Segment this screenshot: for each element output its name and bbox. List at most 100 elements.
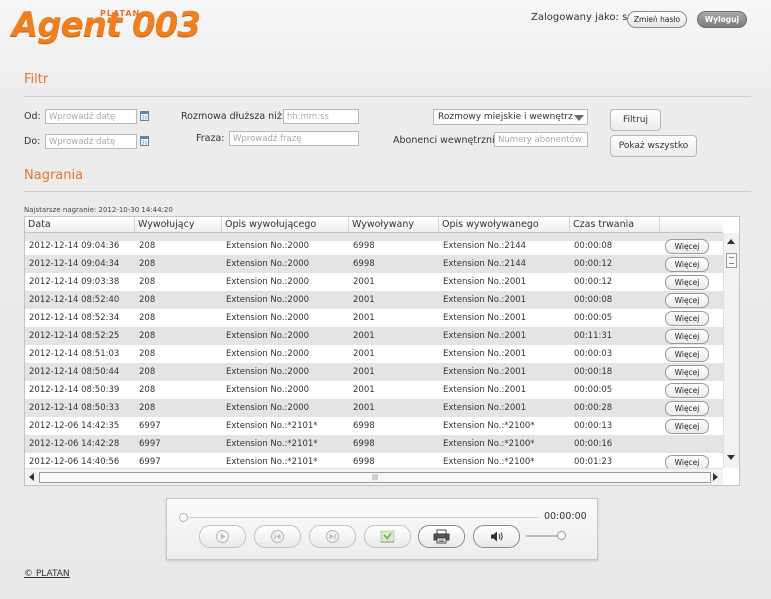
vertical-scroll-thumb[interactable] bbox=[726, 253, 737, 268]
change-password-button[interactable]: Zmień hasło bbox=[627, 11, 687, 28]
cell-caller: 208 bbox=[139, 259, 156, 269]
table-row[interactable]: 2012-12-14 09:04:34 208 Extension No.:2000… bbox=[25, 255, 723, 273]
cell-caller: 208 bbox=[139, 277, 156, 287]
more-button[interactable]: Więcej bbox=[665, 257, 709, 272]
table-row[interactable]: 2012-12-14 08:50:39 208 Extension No.:2000… bbox=[25, 381, 723, 399]
cell-callee-desc: Extension No.:2144 bbox=[443, 241, 527, 251]
cell-duration: 00:11:31 bbox=[574, 331, 613, 341]
date-from-input[interactable]: Wprowadź datę bbox=[45, 109, 137, 124]
cell-callee-desc: Extension No.:2001 bbox=[443, 385, 527, 395]
show-all-button[interactable]: Pokaż wszystko bbox=[610, 135, 697, 157]
filter-divider bbox=[24, 96, 751, 97]
more-button[interactable]: Więcej bbox=[665, 293, 709, 308]
column-header-date[interactable]: Data bbox=[25, 217, 135, 232]
table-row[interactable]: 2012-12-06 14:40:56 6997 Extension No.:*21… bbox=[25, 453, 723, 468]
horizontal-scrollbar[interactable]: ||| bbox=[25, 468, 723, 485]
print-button[interactable] bbox=[418, 525, 465, 548]
more-button[interactable]: Więcej bbox=[665, 239, 709, 254]
skip-forward-button[interactable] bbox=[309, 525, 356, 548]
call-type-select[interactable]: Rozmowy miejskie i wewnętrz bbox=[433, 109, 588, 125]
date-to-input[interactable]: Wprowadź datę bbox=[45, 134, 137, 149]
scroll-left-icon[interactable] bbox=[29, 473, 34, 481]
filter-button[interactable]: Filtruj bbox=[610, 109, 661, 131]
cell-caller-desc: Extension No.:2000 bbox=[226, 331, 310, 341]
progress-track[interactable] bbox=[183, 517, 539, 518]
phrase-input[interactable]: Wprowadź frazę bbox=[229, 131, 359, 146]
chevron-down-icon bbox=[574, 115, 584, 121]
column-header-duration[interactable]: Czas trwania bbox=[570, 217, 660, 232]
more-button[interactable]: Więcej bbox=[665, 455, 709, 468]
cell-duration: 00:00:12 bbox=[574, 277, 613, 287]
more-button[interactable]: Więcej bbox=[665, 329, 709, 344]
table-body: 2012-12-14 09:04:36 208 Extension No.:2000… bbox=[25, 233, 723, 468]
volume-button[interactable] bbox=[473, 525, 520, 548]
copyright-link[interactable]: © PLATAN bbox=[24, 569, 70, 579]
internal-subscribers-input[interactable]: Numery abonentów bbox=[494, 132, 588, 147]
cell-date: 2012-12-14 08:50:39 bbox=[29, 385, 120, 395]
cell-callee-desc: Extension No.:2001 bbox=[443, 349, 527, 359]
cell-caller-desc: Extension No.:*2101* bbox=[226, 457, 318, 467]
cell-callee-desc: Extension No.:2001 bbox=[443, 331, 527, 341]
horizontal-scroll-thumb[interactable]: ||| bbox=[39, 472, 711, 483]
volume-icon bbox=[491, 531, 503, 542]
download-button[interactable] bbox=[364, 525, 411, 548]
cell-callee: 6998 bbox=[353, 241, 375, 251]
cell-callee-desc: Extension No.:*2100* bbox=[443, 439, 535, 449]
table-row[interactable]: 2012-12-14 08:52:34 208 Extension No.:2000… bbox=[25, 309, 723, 327]
cell-duration: 00:00:03 bbox=[574, 349, 613, 359]
cell-caller: 6997 bbox=[139, 439, 161, 449]
cell-callee: 2001 bbox=[353, 277, 375, 287]
skip-back-icon bbox=[270, 529, 285, 544]
skip-back-button[interactable] bbox=[254, 525, 301, 548]
table-row[interactable]: 2012-12-14 09:04:36 208 Extension No.:2000… bbox=[25, 237, 723, 255]
cell-date: 2012-12-06 14:42:28 bbox=[29, 439, 120, 449]
cell-duration: 00:01:23 bbox=[574, 457, 613, 467]
cell-callee-desc: Extension No.:2001 bbox=[443, 277, 527, 287]
table-row[interactable]: 2012-12-14 08:50:44 208 Extension No.:2000… bbox=[25, 363, 723, 381]
more-button[interactable]: Więcej bbox=[665, 419, 709, 434]
table-row[interactable]: 2012-12-14 08:52:40 208 Extension No.:2000… bbox=[25, 291, 723, 309]
call-type-value: Rozmowy miejskie i wewnętrz bbox=[438, 112, 573, 122]
more-button[interactable]: Więcej bbox=[665, 311, 709, 326]
column-header-callee-desc[interactable]: Opis wywoływanego bbox=[439, 217, 570, 232]
table-row[interactable]: 2012-12-14 08:50:33 208 Extension No.:2000… bbox=[25, 399, 723, 417]
cell-callee-desc: Extension No.:2144 bbox=[443, 259, 527, 269]
cell-callee: 2001 bbox=[353, 313, 375, 323]
volume-knob[interactable] bbox=[557, 531, 566, 540]
progress-knob[interactable] bbox=[179, 513, 188, 522]
recordings-title: Nagrania bbox=[24, 168, 84, 183]
table-row[interactable]: 2012-12-14 08:51:03 208 Extension No.:2000… bbox=[25, 345, 723, 363]
cell-caller-desc: Extension No.:*2101* bbox=[226, 439, 318, 449]
calendar-to-icon[interactable]: 30 bbox=[140, 135, 149, 146]
vertical-scrollbar[interactable] bbox=[723, 233, 739, 468]
scroll-up-icon[interactable] bbox=[727, 239, 735, 244]
play-button[interactable] bbox=[199, 525, 246, 548]
table-row[interactable]: 2012-12-06 14:42:35 6997 Extension No.:*21… bbox=[25, 417, 723, 435]
column-header-caller[interactable]: Wywołujący bbox=[135, 217, 222, 232]
cell-caller-desc: Extension No.:*2101* bbox=[226, 421, 318, 431]
duration-input[interactable]: hh:mm:ss bbox=[283, 109, 359, 124]
scroll-right-icon[interactable] bbox=[713, 473, 718, 481]
more-button[interactable]: Więcej bbox=[665, 365, 709, 380]
cell-duration: 00:00:08 bbox=[574, 241, 613, 251]
cell-date: 2012-12-14 08:50:33 bbox=[29, 403, 120, 413]
column-header-caller-desc[interactable]: Opis wywołującego bbox=[222, 217, 349, 232]
cell-caller: 208 bbox=[139, 331, 156, 341]
cell-callee: 2001 bbox=[353, 403, 375, 413]
more-button[interactable]: Więcej bbox=[665, 383, 709, 398]
logout-button[interactable]: Wyloguj bbox=[697, 11, 747, 28]
more-button[interactable]: Więcej bbox=[665, 275, 709, 290]
more-button[interactable]: Więcej bbox=[665, 401, 709, 416]
oldest-recording-label: Najstarsze nagranie: 2012-10-30 14:44:20 bbox=[24, 206, 173, 214]
column-header-callee[interactable]: Wywoływany bbox=[349, 217, 439, 232]
cell-caller-desc: Extension No.:2000 bbox=[226, 349, 310, 359]
table-row[interactable]: 2012-12-14 08:52:25 208 Extension No.:2000… bbox=[25, 327, 723, 345]
svg-text:30: 30 bbox=[141, 141, 147, 147]
table-row[interactable]: 2012-12-14 09:03:38 208 Extension No.:2000… bbox=[25, 273, 723, 291]
scroll-down-icon[interactable] bbox=[727, 455, 735, 460]
table-row[interactable]: 2012-12-06 14:42:28 6997 Extension No.:*21… bbox=[25, 435, 723, 453]
calendar-from-icon[interactable]: 30 bbox=[140, 110, 149, 121]
cell-date: 2012-12-14 08:52:40 bbox=[29, 295, 120, 305]
more-button[interactable]: Więcej bbox=[665, 347, 709, 362]
play-icon bbox=[215, 529, 230, 544]
